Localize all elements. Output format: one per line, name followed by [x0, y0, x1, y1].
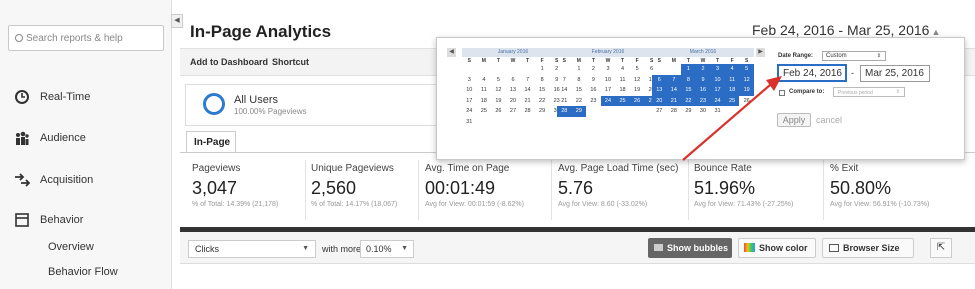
annotation-arrow: [682, 76, 782, 161]
